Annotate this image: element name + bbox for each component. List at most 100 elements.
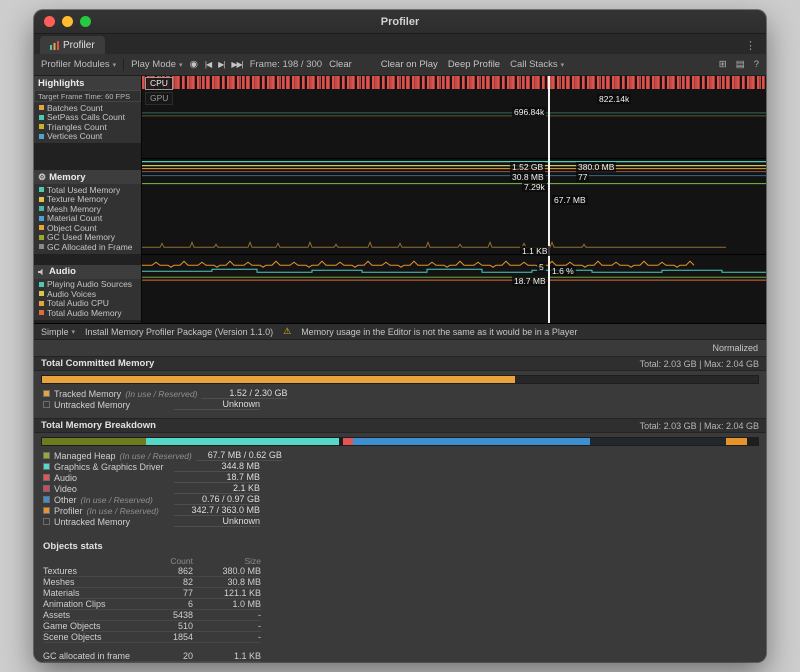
- counter-color-swatch: [39, 235, 44, 240]
- clear-button[interactable]: Clear: [329, 59, 352, 70]
- objects-stats-columns: Count Size: [43, 555, 261, 566]
- chevron-down-icon: ▾: [113, 61, 117, 69]
- breakdown-segment: [726, 438, 747, 445]
- section-title: Total Memory Breakdown: [41, 420, 156, 431]
- module-band-divider: [142, 254, 766, 255]
- counter-color-swatch: [39, 105, 44, 110]
- chart-workspace: Highlights Target Frame Time: 60 FPS Bat…: [34, 76, 766, 324]
- counter-toggle[interactable]: Total Used Memory: [34, 185, 141, 195]
- legend-item: Managed Heap (In use / Reserved) 67.7 MB…: [34, 450, 260, 461]
- legend-color-swatch: [43, 474, 50, 481]
- module-audio-header[interactable]: Audio: [34, 265, 141, 279]
- legend-color-swatch: [43, 463, 50, 470]
- legend-item: Untracked Memory Unknown: [34, 399, 260, 410]
- counter-toggle[interactable]: Texture Memory: [34, 195, 141, 205]
- manual-icon[interactable]: ▤: [736, 59, 745, 70]
- gear-icon: ⚙: [38, 172, 46, 183]
- counter-color-swatch: [39, 216, 44, 221]
- counter-color-swatch: [39, 225, 44, 230]
- profiler-modules-dropdown[interactable]: Profiler Modules ▾: [41, 59, 116, 70]
- table-row: Materials 77 121.1 KB: [43, 588, 261, 599]
- chart-value-label: 1.52 GB: [510, 162, 545, 172]
- record-icon[interactable]: ◉: [190, 59, 198, 70]
- cpu-selector[interactable]: CPU: [145, 77, 173, 90]
- chart-value-label: 7.29k: [522, 182, 547, 192]
- deep-profile-toggle[interactable]: Deep Profile: [448, 59, 500, 70]
- module-highlights: Highlights Target Frame Time: 60 FPS Bat…: [34, 76, 141, 143]
- counter-toggle[interactable]: Vertices Count: [34, 132, 141, 142]
- toolbar: Profiler Modules ▾ Play Mode ▾ ◉ |◀ ▶| ▶…: [34, 54, 766, 76]
- target-frame-time-dropdown[interactable]: Target Frame Time: 60 FPS: [34, 90, 141, 102]
- module-highlights-header[interactable]: Highlights: [34, 76, 141, 90]
- table-row: Meshes 82 30.8 MB: [43, 577, 261, 588]
- view-mode-dropdown[interactable]: Simple ▾: [41, 327, 75, 337]
- gc-allocated-row: GC allocated in frame 20 1.1 KB: [43, 651, 261, 662]
- chart-value-label: 5: [537, 262, 546, 272]
- counter-toggle[interactable]: Audio Voices: [34, 289, 141, 299]
- breakdown-segment: [747, 438, 758, 445]
- memory-breakdown-header: Total Memory Breakdown Total: 2.03 GB | …: [34, 418, 766, 433]
- tab-profiler[interactable]: Profiler: [40, 36, 105, 54]
- close-button[interactable]: [44, 16, 55, 27]
- breakdown-segment: [146, 438, 339, 445]
- legend-item: Audio 18.7 MB: [34, 472, 260, 483]
- counter-toggle[interactable]: GC Used Memory: [34, 233, 141, 243]
- breakdown-segment: [343, 438, 353, 445]
- clear-on-play-toggle[interactable]: Clear on Play: [381, 59, 438, 70]
- counter-toggle[interactable]: Material Count: [34, 214, 141, 224]
- committed-memory-header: Total Committed Memory Total: 2.03 GB | …: [34, 356, 766, 371]
- chart-value-label: 67.7 MB: [552, 195, 588, 205]
- prev-frame-icon[interactable]: |◀: [205, 60, 211, 69]
- column-size: Size: [193, 556, 261, 566]
- profiler-chart[interactable]: CPU GPU 822.14k 696.84k 1.52 GB 380.0 MB…: [142, 76, 766, 323]
- legend-color-swatch: [43, 390, 50, 397]
- tab-label: Profiler: [63, 40, 95, 51]
- tab-menu-icon[interactable]: ⋮: [741, 39, 760, 54]
- chart-value-label: 380.0 MB: [576, 162, 616, 172]
- module-memory-header[interactable]: ⚙ Memory: [34, 170, 141, 184]
- layout-icon[interactable]: ⊞: [719, 59, 727, 70]
- chart-value-label: 1.1 KB: [520, 246, 550, 256]
- current-frame-icon[interactable]: ▶▶|: [231, 60, 242, 69]
- counter-color-swatch: [39, 134, 44, 139]
- window-title: Profiler: [381, 16, 420, 28]
- counter-toggle[interactable]: SetPass Calls Count: [34, 113, 141, 123]
- chart-value-label: 77: [576, 172, 589, 182]
- counter-toggle[interactable]: Playing Audio Sources: [34, 280, 141, 290]
- gpu-selector[interactable]: GPU: [145, 92, 173, 105]
- legend-item: Untracked Memory Unknown: [34, 516, 260, 527]
- call-stacks-dropdown[interactable]: Call Stacks ▾: [510, 59, 564, 70]
- counter-color-swatch: [39, 301, 44, 306]
- counter-toggle[interactable]: Total Audio CPU: [34, 299, 141, 309]
- help-icon[interactable]: ?: [754, 59, 759, 70]
- objects-stats-table: Objects stats Count Size Textures 862 38…: [43, 541, 261, 662]
- counter-toggle[interactable]: Total Audio Memory: [34, 308, 141, 318]
- toolbar-divider: [123, 59, 124, 71]
- traffic-lights: [44, 16, 91, 27]
- counter-toggle[interactable]: GC Allocated in Frame: [34, 242, 141, 252]
- legend-color-swatch: [43, 496, 50, 503]
- table-row: Textures 862 380.0 MB: [43, 566, 261, 577]
- profiler-window: Profiler Profiler ⋮ Profiler Modules ▾ P…: [34, 10, 766, 662]
- counter-color-swatch: [39, 197, 44, 202]
- current-frame-indicator[interactable]: [548, 76, 550, 323]
- toolbar-right-icons: ⊞ ▤ ?: [719, 59, 759, 70]
- section-title: Total Committed Memory: [41, 358, 154, 369]
- install-memory-profiler-link[interactable]: Install Memory Profiler Package (Version…: [85, 327, 273, 337]
- counter-color-swatch: [39, 115, 44, 120]
- counter-color-swatch: [39, 206, 44, 211]
- counter-toggle[interactable]: Triangles Count: [34, 122, 141, 132]
- next-frame-icon[interactable]: ▶|: [218, 60, 224, 69]
- counter-color-swatch: [39, 282, 44, 287]
- counter-color-swatch: [39, 124, 44, 129]
- chart-value-label: 696.84k: [512, 107, 546, 117]
- counter-toggle[interactable]: Mesh Memory: [34, 204, 141, 214]
- zoom-button[interactable]: [80, 16, 91, 27]
- memory-breakdown-bar: [41, 437, 759, 446]
- counter-toggle[interactable]: Object Count: [34, 223, 141, 233]
- minimize-button[interactable]: [62, 16, 73, 27]
- normalized-dropdown[interactable]: Normalized: [712, 343, 758, 353]
- counter-toggle[interactable]: Batches Count: [34, 103, 141, 113]
- play-mode-dropdown[interactable]: Play Mode ▾: [131, 59, 182, 70]
- titlebar[interactable]: Profiler: [34, 10, 766, 34]
